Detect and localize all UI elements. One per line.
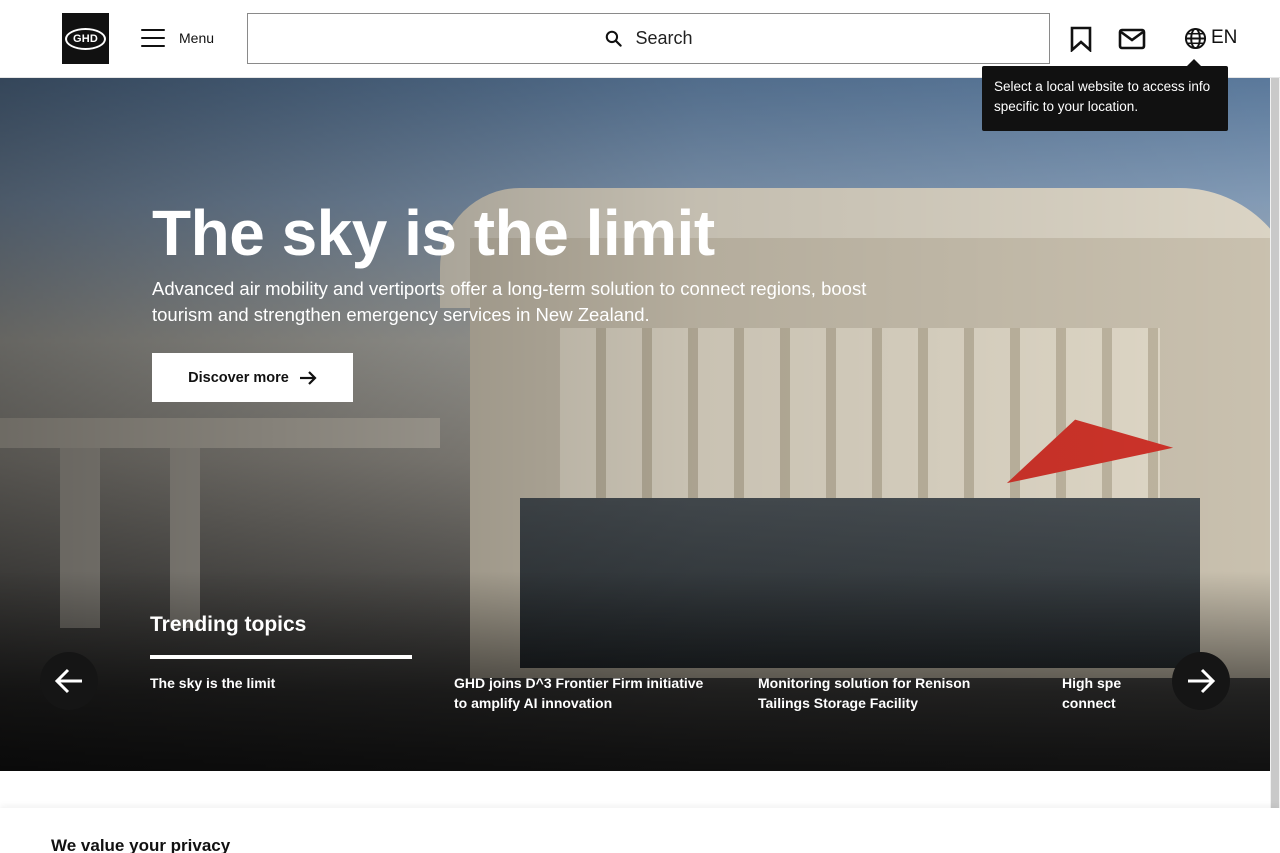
menu-label: Menu bbox=[179, 30, 215, 46]
trending-topic-item[interactable]: High spe connect bbox=[1062, 655, 1124, 713]
bookmark-button[interactable] bbox=[1067, 25, 1095, 53]
carousel-next-button[interactable] bbox=[1172, 652, 1230, 710]
ghd-logo[interactable]: GHD bbox=[62, 13, 109, 64]
language-selector[interactable]: EN bbox=[1184, 24, 1237, 52]
arrow-left-icon bbox=[54, 668, 82, 694]
logo-text: GHD bbox=[65, 27, 106, 50]
globe-icon bbox=[1184, 27, 1207, 49]
arrow-right-icon bbox=[299, 370, 317, 385]
hero-banner: The sky is the limit Advanced air mobili… bbox=[0, 78, 1270, 771]
topic-progress-bar bbox=[1062, 655, 1124, 659]
search-icon bbox=[606, 30, 623, 47]
bookmark-icon bbox=[1070, 26, 1092, 52]
language-label: EN bbox=[1211, 27, 1238, 48]
topic-progress-bar bbox=[150, 655, 412, 659]
topic-progress-bar bbox=[758, 655, 1020, 659]
privacy-banner: We value your privacy bbox=[0, 808, 1280, 853]
topic-label: GHD joins D^3 Frontier Firm initiative t… bbox=[454, 675, 704, 711]
mail-icon bbox=[1118, 28, 1146, 50]
trending-topic-item[interactable]: Monitoring solution for Renison Tailings… bbox=[758, 655, 1020, 713]
search-input[interactable]: Search bbox=[247, 13, 1050, 64]
hero-title: The sky is the limit bbox=[152, 197, 715, 269]
hamburger-icon bbox=[141, 29, 165, 47]
trending-topic-item[interactable]: GHD joins D^3 Frontier Firm initiative t… bbox=[454, 655, 716, 713]
search-label: Search bbox=[635, 28, 693, 48]
menu-button[interactable]: Menu bbox=[141, 26, 214, 50]
carousel-prev-button[interactable] bbox=[40, 652, 98, 710]
scrollbar-thumb[interactable] bbox=[1271, 78, 1279, 808]
privacy-title: We value your privacy bbox=[51, 836, 231, 853]
discover-more-label: Discover more bbox=[188, 369, 289, 386]
topic-progress-bar bbox=[454, 655, 716, 659]
trending-topics-title: Trending topics bbox=[150, 613, 307, 636]
topic-label: Monitoring solution for Renison Tailings… bbox=[758, 675, 971, 711]
location-tooltip: Select a local website to access info sp… bbox=[982, 66, 1228, 131]
arrow-right-icon bbox=[1188, 668, 1216, 694]
discover-more-button[interactable]: Discover more bbox=[152, 353, 353, 402]
mail-button[interactable] bbox=[1118, 25, 1146, 53]
topic-label: The sky is the limit bbox=[150, 675, 276, 691]
topic-label: High spe connect bbox=[1062, 675, 1122, 711]
trending-topic-item[interactable]: The sky is the limit bbox=[150, 655, 412, 693]
hero-subtitle: Advanced air mobility and vertiports off… bbox=[152, 278, 867, 325]
